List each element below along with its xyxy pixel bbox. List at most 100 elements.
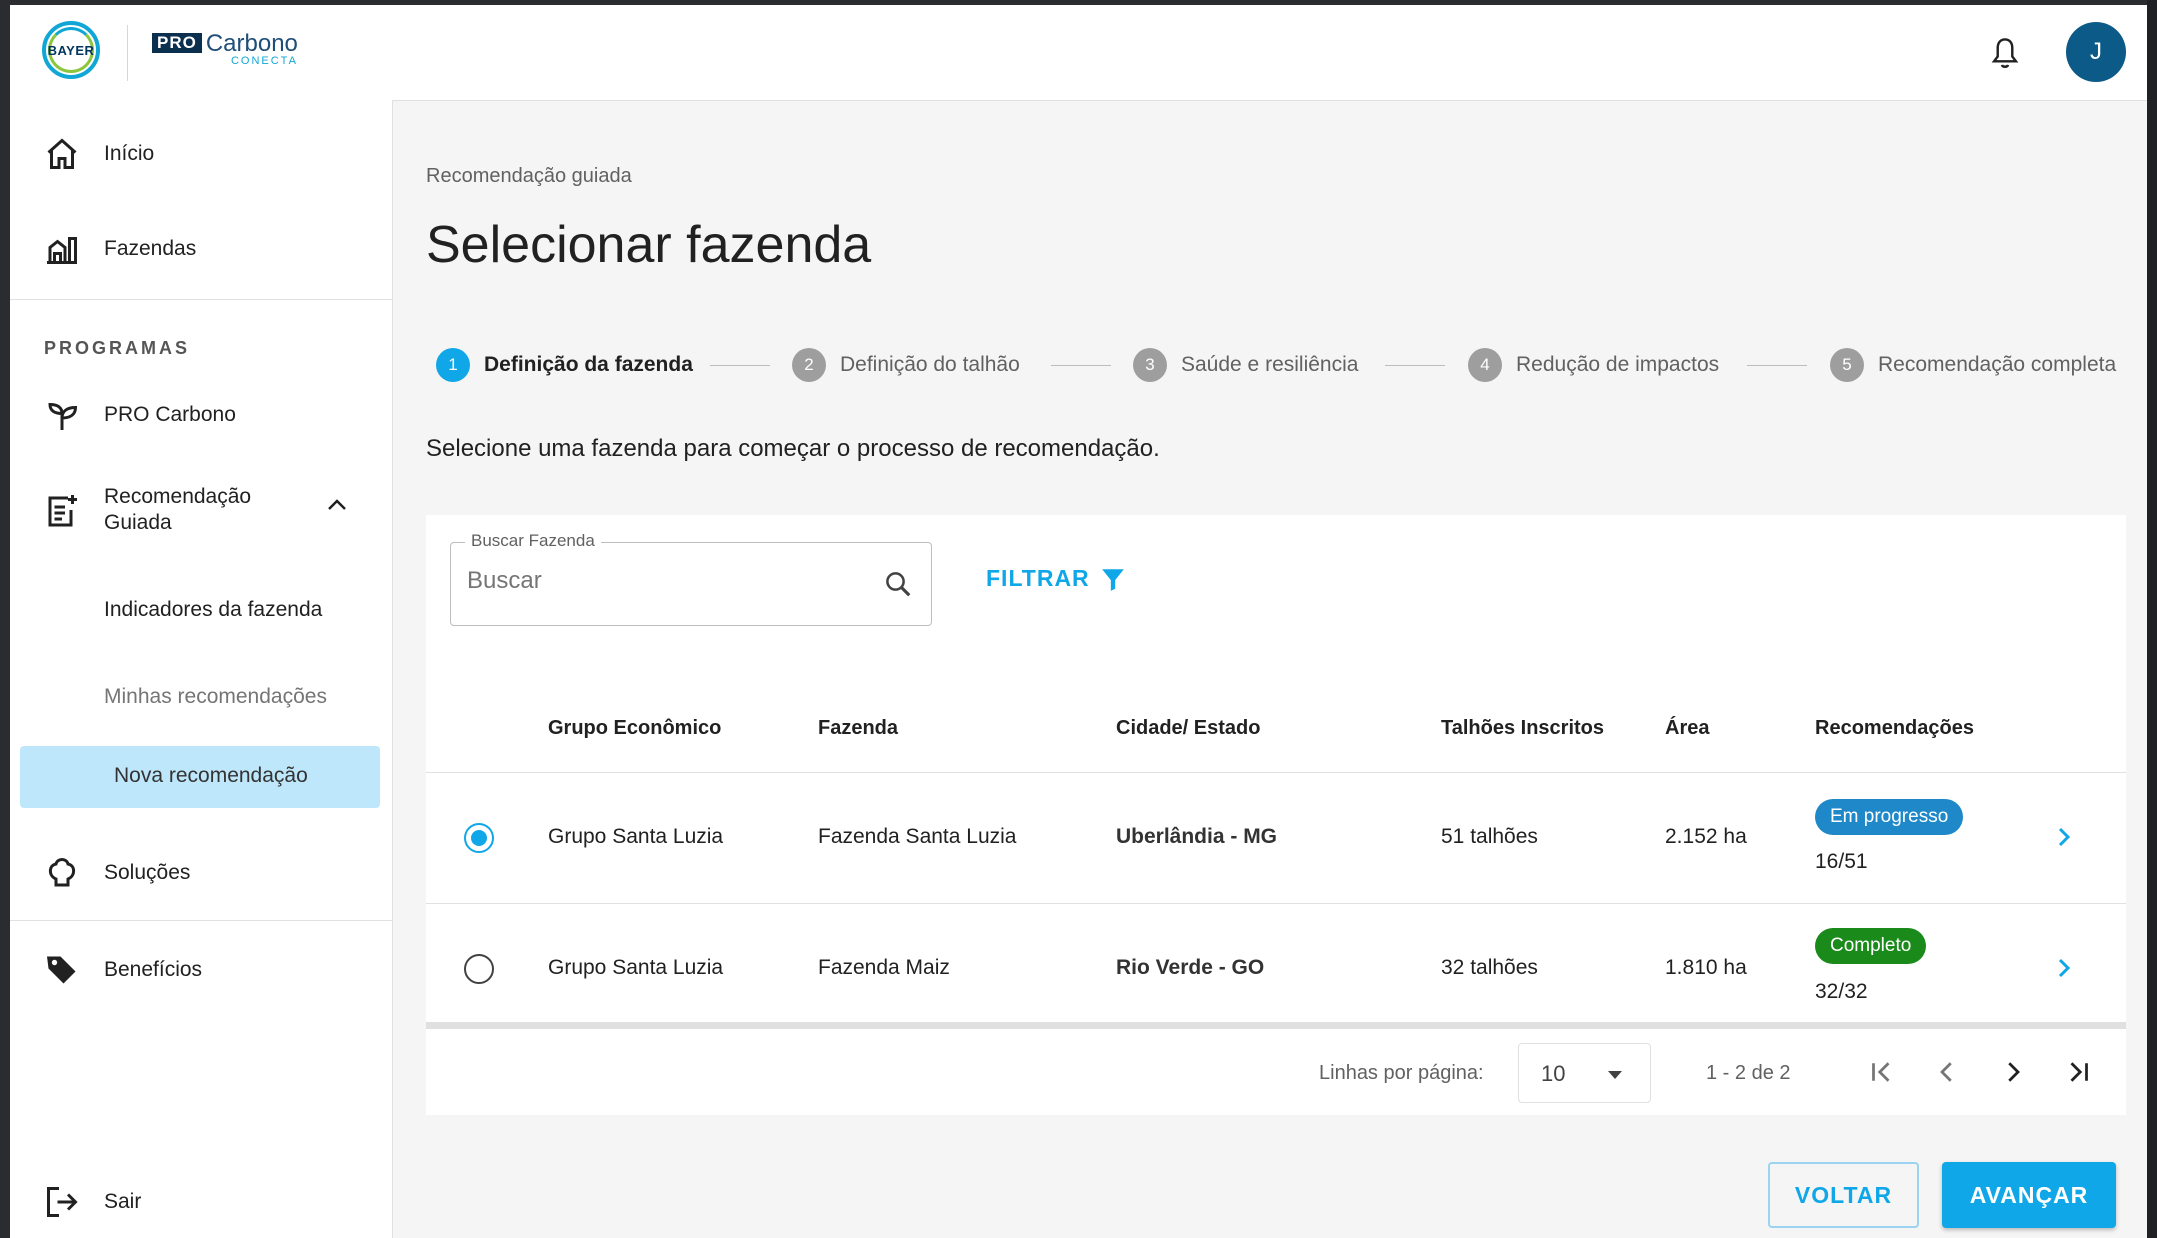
stepper: 1 Definição da fazenda 2 Definição do ta… [426, 345, 2126, 385]
logout-icon [47, 1187, 78, 1217]
column-header[interactable]: Fazenda [818, 717, 898, 740]
filter-button[interactable]: FILTRAR [986, 565, 1126, 592]
sidebar-item-pro-carbono[interactable]: PRO Carbono [10, 380, 392, 450]
table-row[interactable]: Grupo Santa Luzia Fazenda Santa Luzia Ub… [426, 773, 2126, 904]
home-icon [47, 138, 77, 169]
programs-section-title: PROGRAMAS [44, 338, 191, 358]
sidebar-item-label: Início [104, 142, 155, 165]
step-4: 4 Redução de impactos [1468, 345, 1719, 385]
sidebar-item-label: Benefícios [104, 958, 203, 981]
table-horizontal-scrollbar[interactable] [426, 1022, 2126, 1029]
step-5: 5 Recomendação completa [1830, 345, 2116, 385]
step-number: 5 [1830, 348, 1864, 382]
step-1: 1 Definição da fazenda [436, 345, 693, 385]
table-row[interactable]: Grupo Santa Luzia Fazenda Maiz Rio Verde… [426, 904, 2126, 1022]
cell-fazenda: Fazenda Maiz [818, 956, 950, 979]
sidebar-item-label: Fazendas [104, 237, 197, 260]
tag-icon [47, 956, 76, 984]
sidebar-item-sair[interactable]: Sair [10, 1167, 392, 1237]
cell-cidade: Uberlândia - MG [1116, 825, 1278, 848]
row-radio[interactable] [464, 954, 494, 984]
page-title: Selecionar fazenda [426, 216, 872, 274]
column-header[interactable]: Grupo Econômico [548, 717, 721, 740]
step-connector [1385, 365, 1445, 366]
logo-divider [127, 25, 128, 81]
cell-area: 1.810 ha [1665, 956, 1747, 979]
step-label: Recomendação completa [1878, 353, 2117, 376]
sidebar-item-label: Sair [104, 1190, 142, 1213]
next-button[interactable]: AVANÇAR [1942, 1162, 2116, 1228]
sidebar-divider [10, 299, 392, 300]
cell-cidade: Rio Verde - GO [1116, 956, 1265, 979]
step-connector [1051, 365, 1111, 366]
farm-table-card: Buscar Fazenda FILTRAR Grupo Econômico F… [426, 515, 2126, 1115]
page-range: 1 - 2 de 2 [1706, 1062, 1791, 1084]
sidebar-item-inicio[interactable]: Início [10, 119, 392, 189]
rows-per-page-label: Linhas por página: [1319, 1062, 1484, 1084]
step-number: 1 [436, 348, 470, 382]
notification-bell-icon[interactable] [1990, 37, 2020, 71]
step-label: Definição da fazenda [484, 353, 693, 376]
column-header[interactable]: Cidade/ Estado [1116, 717, 1260, 740]
step-number: 2 [792, 348, 826, 382]
row-radio[interactable] [464, 823, 494, 853]
bayer-logo-text: BAYER [47, 42, 95, 58]
step-3: 3 Saúde e resiliência [1133, 345, 1358, 385]
status-badge: Em progresso [1815, 799, 1964, 835]
instruction-text: Selecione uma fazenda para começar o pro… [426, 435, 1160, 462]
clipboard-add-icon [48, 495, 77, 527]
step-label: Definição do talhão [840, 353, 1020, 376]
sidebar-subitem-minhas-recomendacoes[interactable]: Minhas recomendações [104, 685, 327, 709]
filter-icon [1101, 568, 1124, 591]
cell-progress: 32/32 [1815, 980, 1868, 1003]
bayer-logo[interactable]: BAYER [42, 21, 100, 79]
cell-area: 2.152 ha [1665, 825, 1747, 848]
user-avatar[interactable]: J [2066, 22, 2126, 82]
sidebar-subitem-nova-recomendacao[interactable]: Nova recomendação [20, 746, 380, 808]
rows-per-page-select[interactable]: 10 [1518, 1043, 1651, 1103]
sidebar-item-beneficios[interactable]: Benefícios [10, 935, 392, 1005]
app-window: BAYER PRO Carbono CONECTA J Início Fazen… [10, 5, 2157, 1238]
search-input[interactable] [467, 567, 867, 595]
pagination: Linhas por página: 10 1 - 2 de 2 [426, 1029, 2126, 1115]
step-label: Redução de impactos [1516, 353, 1720, 376]
breadcrumb[interactable]: Recomendação guiada [426, 165, 632, 188]
next-page-icon[interactable] [1998, 1057, 2028, 1087]
caret-down-icon [1608, 1071, 1622, 1079]
top-header: BAYER PRO Carbono CONECTA J [10, 5, 2157, 101]
cell-progress: 16/51 [1815, 850, 1868, 873]
filter-label: FILTRAR [986, 565, 1090, 591]
cell-talhoes: 32 talhões [1441, 956, 1538, 979]
rows-per-page-value: 10 [1541, 1061, 1566, 1086]
first-page-icon[interactable] [1866, 1057, 1896, 1087]
sidebar-item-label: Soluções [104, 861, 191, 884]
solutions-icon [48, 858, 76, 887]
pro-logo-conecta: CONECTA [230, 55, 298, 67]
back-button[interactable]: VOLTAR [1768, 1162, 1919, 1228]
search-icon[interactable] [883, 569, 913, 599]
sidebar-item-solucoes[interactable]: Soluções [10, 838, 392, 908]
sidebar-item-fazendas[interactable]: Fazendas [10, 214, 392, 284]
pro-logo-carbono: Carbono [205, 30, 298, 57]
column-header[interactable]: Área [1665, 717, 1709, 740]
sidebar-divider [10, 920, 392, 921]
farm-icon [47, 237, 77, 264]
column-header[interactable]: Talhões Inscritos [1441, 717, 1604, 740]
column-header[interactable]: Recomendações [1815, 717, 1974, 740]
step-label: Saúde e resiliência [1181, 353, 1359, 376]
chevron-right-icon[interactable] [2052, 954, 2076, 982]
previous-page-icon[interactable] [1932, 1057, 1962, 1087]
search-field[interactable]: Buscar Fazenda [450, 531, 932, 626]
sidebar-item-label: PRO Carbono [104, 403, 236, 426]
chevron-up-icon[interactable] [326, 498, 348, 512]
last-page-icon[interactable] [2064, 1057, 2094, 1087]
window-edge [2147, 0, 2157, 1238]
step-connector [710, 365, 770, 366]
chevron-right-icon[interactable] [2052, 823, 2076, 851]
sidebar: Início Fazendas PROGRAMAS PRO Carbono Re… [10, 100, 393, 1238]
status-badge: Completo [1815, 928, 1927, 964]
pro-logo-box: PRO [152, 33, 202, 53]
pro-carbono-logo[interactable]: PRO Carbono CONECTA [152, 30, 298, 67]
sidebar-item-label: Recomendação Guiada [104, 485, 252, 534]
sidebar-subitem-indicadores[interactable]: Indicadores da fazenda [104, 598, 322, 622]
